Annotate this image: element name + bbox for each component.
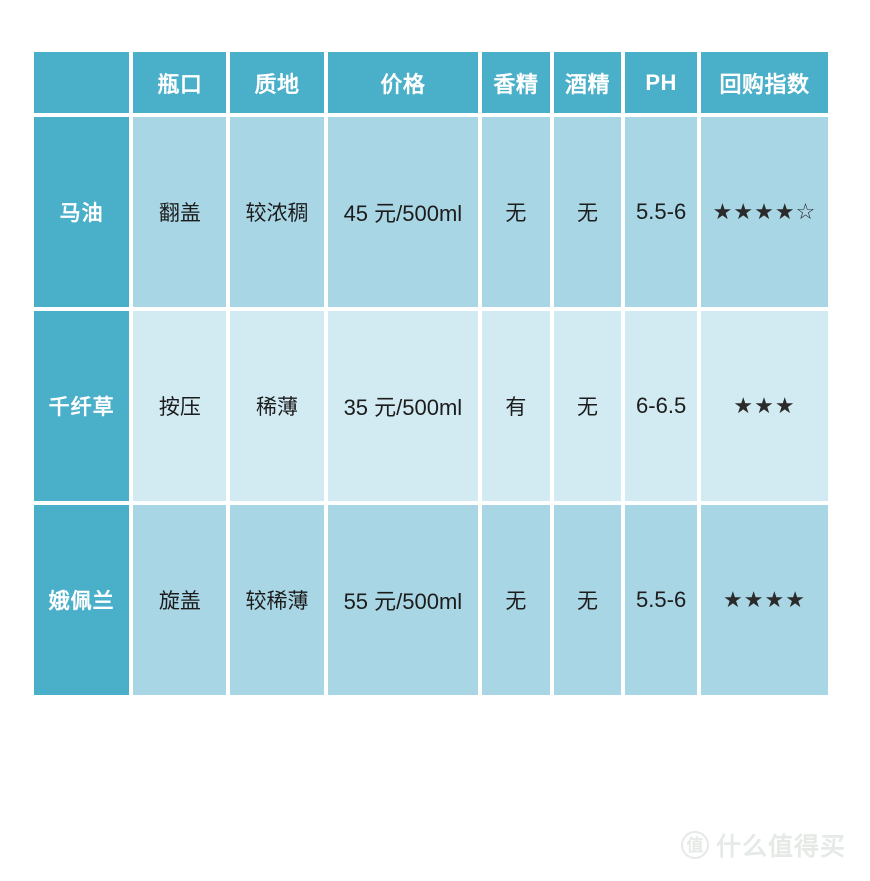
smzdm-logo-icon: 值 <box>680 831 709 859</box>
product-comparison-table: 瓶口 质地 价格 香精 酒精 PH 回购指数 马油 翻盖 较浓稠 45 元/50… <box>30 48 832 699</box>
watermark-text: 什么值得买 <box>715 833 846 861</box>
site-watermark: 值 什么值得买 <box>680 827 846 863</box>
ph-value-1: 5.5-6 <box>636 199 687 224</box>
cell-bottle-mouth-1: 翻盖 <box>133 117 227 307</box>
cell-alcohol-2: 无 <box>553 311 622 501</box>
star-rating-2: ★★★ <box>733 393 796 418</box>
cell-alcohol-3: 无 <box>553 505 622 695</box>
cell-bottle-mouth-2: 按压 <box>133 311 227 501</box>
cell-fragrance-3: 无 <box>482 505 550 695</box>
column-header-repurchase-index: 回购指数 <box>700 52 828 113</box>
cell-repurchase-3: ★★★★ <box>700 505 828 695</box>
cell-ph-2: 6-6.5 <box>625 311 697 501</box>
ph-value-2: 6-6.5 <box>636 393 687 418</box>
cell-texture-3: 较稀薄 <box>230 505 324 695</box>
column-header-price: 价格 <box>327 52 479 113</box>
row-label-product-3: 娥佩兰 <box>34 505 130 695</box>
price-value-1: 45 元/500ml <box>343 201 463 226</box>
row-label-product-2: 千纤草 <box>34 311 130 501</box>
column-header-texture: 质地 <box>230 52 324 113</box>
table-row: 千纤草 按压 稀薄 35 元/500ml 有 无 6-6.5 ★★★ <box>34 311 828 501</box>
page-root: 瓶口 质地 价格 香精 酒精 PH 回购指数 马油 翻盖 较浓稠 45 元/50… <box>0 0 870 881</box>
table-body: 马油 翻盖 较浓稠 45 元/500ml 无 无 5.5-6 ★★★★☆ 千纤草… <box>34 117 828 695</box>
cell-texture-2: 稀薄 <box>230 311 324 501</box>
table-header: 瓶口 质地 价格 香精 酒精 PH 回购指数 <box>34 52 828 113</box>
ph-value-3: 5.5-6 <box>636 587 687 612</box>
table-row: 娥佩兰 旋盖 较稀薄 55 元/500ml 无 无 5.5-6 ★★★★ <box>34 505 828 695</box>
cell-bottle-mouth-3: 旋盖 <box>133 505 227 695</box>
column-header-corner <box>34 52 130 113</box>
column-header-ph: PH <box>625 52 697 113</box>
cell-price-2: 35 元/500ml <box>327 311 479 501</box>
cell-ph-3: 5.5-6 <box>625 505 697 695</box>
cell-price-1: 45 元/500ml <box>327 117 479 307</box>
column-header-bottle-mouth: 瓶口 <box>133 52 227 113</box>
price-value-2: 35 元/500ml <box>343 395 463 420</box>
price-value-3: 55 元/500ml <box>343 589 463 614</box>
column-header-alcohol: 酒精 <box>553 52 622 113</box>
table-header-row: 瓶口 质地 价格 香精 酒精 PH 回购指数 <box>34 52 828 113</box>
table-row: 马油 翻盖 较浓稠 45 元/500ml 无 无 5.5-6 ★★★★☆ <box>34 117 828 307</box>
cell-ph-1: 5.5-6 <box>625 117 697 307</box>
cell-repurchase-2: ★★★ <box>700 311 828 501</box>
cell-fragrance-1: 无 <box>482 117 550 307</box>
cell-price-3: 55 元/500ml <box>327 505 479 695</box>
row-label-product-1: 马油 <box>34 117 130 307</box>
star-rating-3: ★★★★ <box>723 587 806 612</box>
cell-alcohol-1: 无 <box>553 117 622 307</box>
column-header-fragrance: 香精 <box>482 52 550 113</box>
cell-repurchase-1: ★★★★☆ <box>700 117 828 307</box>
cell-fragrance-2: 有 <box>482 311 550 501</box>
star-rating-1: ★★★★☆ <box>712 199 817 224</box>
cell-texture-1: 较浓稠 <box>230 117 324 307</box>
